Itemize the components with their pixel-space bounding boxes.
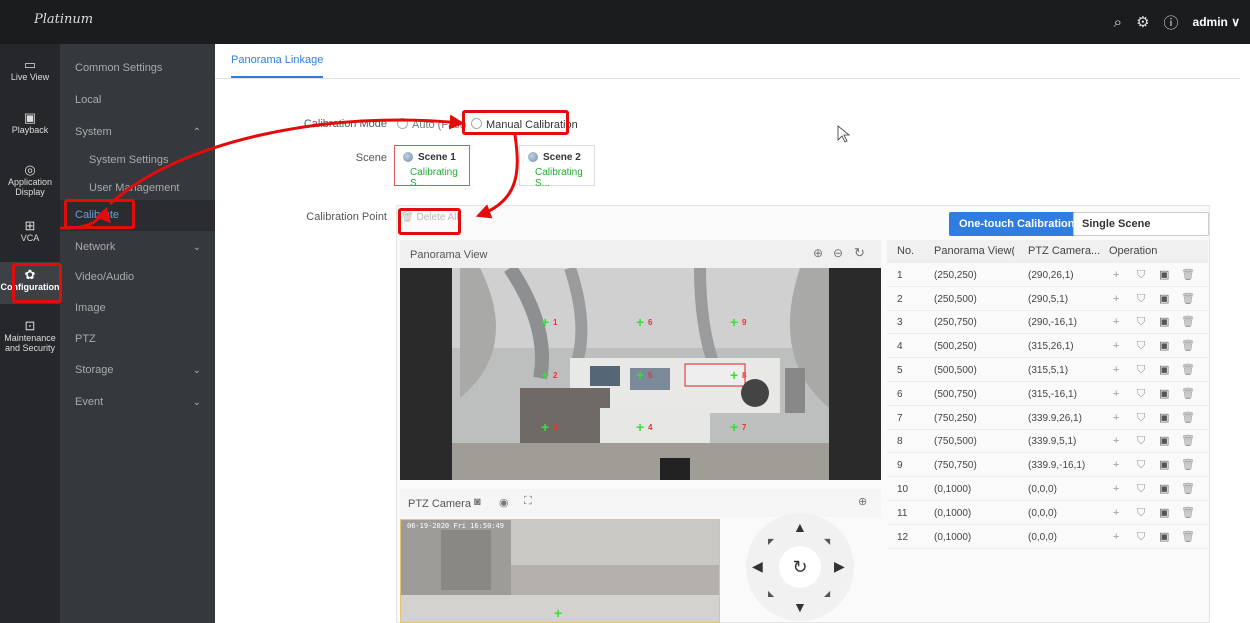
annotation-arrows	[59, 114, 851, 230]
highlight-manual-calibration	[462, 110, 569, 135]
highlight-calibrate	[64, 199, 135, 229]
highlight-configuration	[12, 263, 62, 303]
highlight-delete-all	[398, 208, 461, 235]
